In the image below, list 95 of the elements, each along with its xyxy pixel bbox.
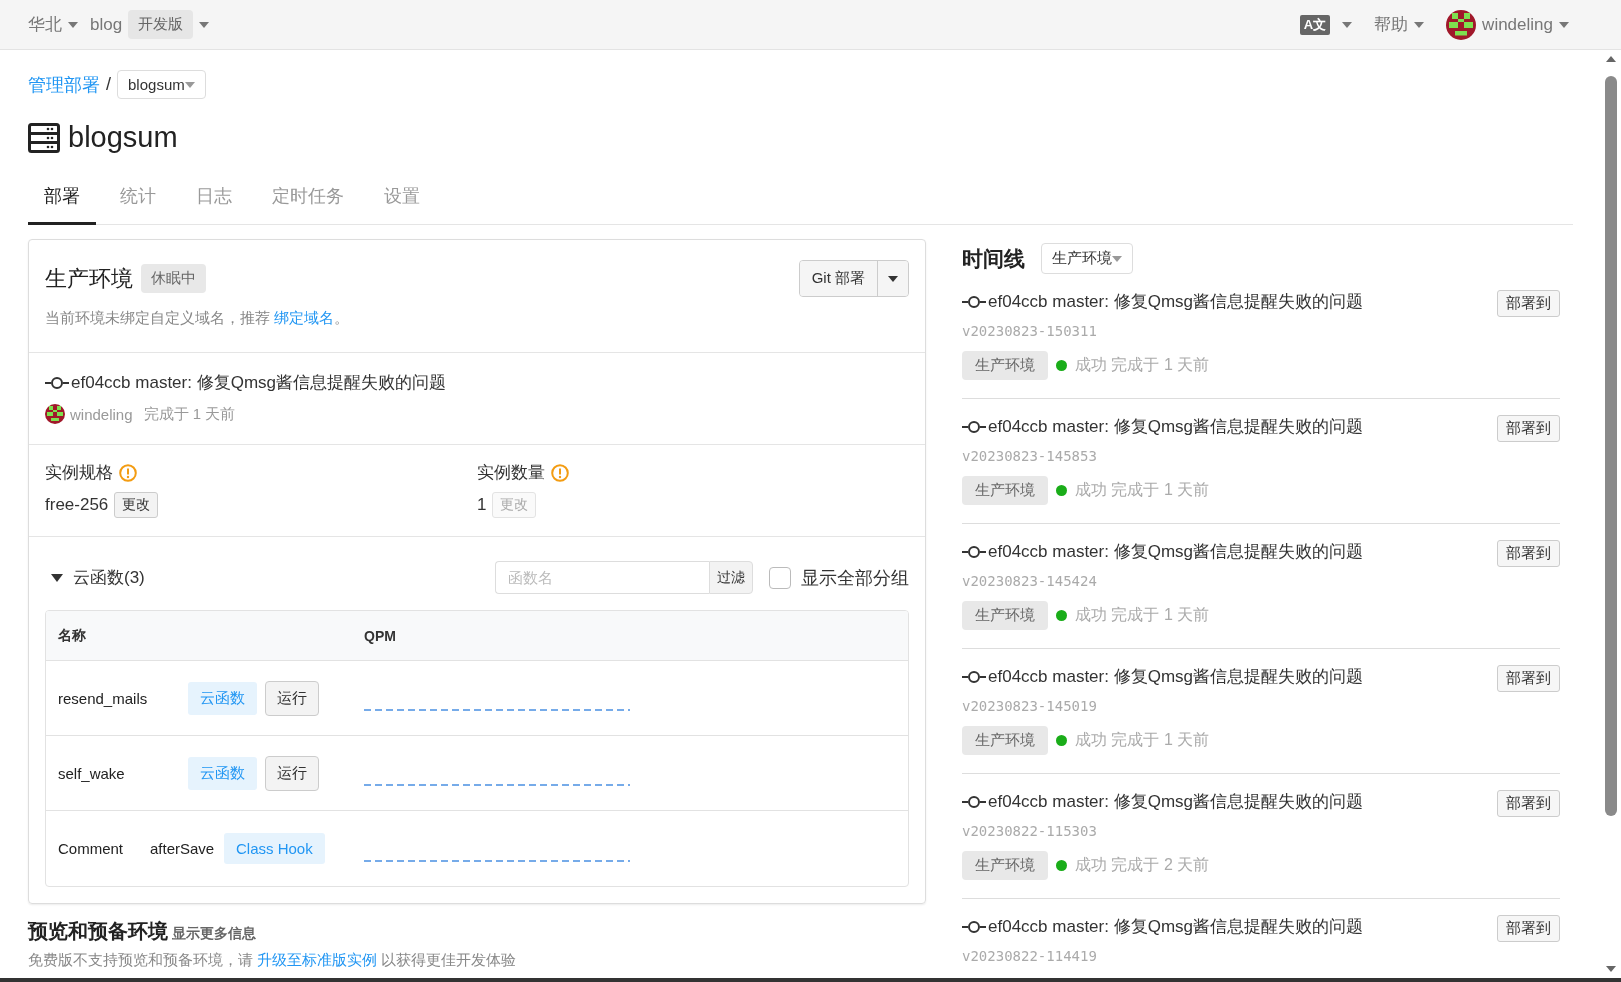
status-badge: 休眠中 (141, 264, 206, 293)
deploy-to-button[interactable]: 部署到 (1497, 665, 1560, 692)
filter-button[interactable]: 过滤 (709, 561, 753, 594)
deploy-status: 成功 完成于 1 天前 (1075, 480, 1210, 500)
deploy-to-button[interactable]: 部署到 (1497, 415, 1560, 442)
commit-icon (962, 420, 986, 433)
deploy-status: 成功 完成于 1 天前 (1075, 730, 1210, 750)
environment-badge: 生产环境 (962, 726, 1048, 755)
domain-notice: 当前环境未绑定自定义域名，推荐 绑定域名。 (45, 309, 351, 328)
version-label: v20230823-145424 (962, 573, 1098, 589)
deploy-status: 成功 完成于 1 天前 (1075, 355, 1210, 375)
environment-badge: 生产环境 (962, 851, 1048, 880)
section-title: 预览和预备环境 (28, 919, 168, 944)
commit-icon (45, 376, 69, 389)
caret-icon (888, 275, 898, 282)
version-label: v20230823-145853 (962, 448, 1098, 464)
caret-icon (1342, 21, 1353, 28)
tab[interactable]: 部署 (28, 170, 96, 225)
warning-icon (119, 463, 137, 482)
deploy-to-button[interactable]: 部署到 (1497, 790, 1560, 817)
region-menu[interactable]: 华北 (28, 13, 78, 36)
hook-name: afterSave (150, 840, 216, 857)
show-more-link[interactable]: 显示更多信息 (172, 925, 256, 943)
caret-icon (1559, 21, 1569, 28)
scroll-down-icon[interactable] (1606, 966, 1616, 972)
caret-icon (199, 21, 210, 28)
deploy-to-button[interactable]: 部署到 (1497, 540, 1560, 567)
setting-label: 实例数量 (477, 462, 545, 484)
environment-name: 生产环境 (45, 264, 133, 293)
page-title: blogsum (68, 121, 178, 154)
caret-icon (68, 21, 78, 28)
run-button[interactable]: 运行 (265, 755, 319, 791)
function-name: resend_mails (58, 689, 149, 707)
version-label: v20230823-150311 (962, 323, 1098, 339)
environment-badge: 生产环境 (962, 601, 1048, 630)
function-filter-field[interactable]: 函数名 (495, 561, 709, 594)
function-tag: 云函数 (188, 756, 257, 790)
class-name: Comment (58, 840, 125, 857)
help-menu[interactable]: 帮助 (1374, 13, 1425, 36)
commit-author: windeling (70, 405, 133, 423)
caret-icon (1414, 21, 1425, 28)
breadcrumb-separator: / (106, 74, 111, 95)
deploy-to-button[interactable]: 部署到 (1497, 915, 1560, 942)
run-button[interactable]: 运行 (265, 680, 319, 716)
server-icon (28, 122, 60, 153)
commit-time: 完成于 1 天前 (143, 404, 236, 424)
commit-message: ef04ccb master: 修复Qmsg酱信息提醒失败的问题 (988, 291, 1363, 313)
avatar-icon (45, 404, 65, 424)
commit-icon (962, 920, 986, 933)
environment-badge: 生产环境 (962, 351, 1048, 380)
commit-message: ef04ccb master: 修复Qmsg酱信息提醒失败的问题 (988, 541, 1363, 563)
app-menu[interactable]: blog 开发版 (90, 10, 210, 39)
version-label: v20230822-114419 (962, 948, 1098, 964)
commit-message: ef04ccb master: 修复Qmsg酱信息提醒失败的问题 (988, 916, 1363, 938)
version-label: v20230823-145019 (962, 698, 1098, 714)
caret-icon (184, 81, 195, 88)
commit-message: ef04ccb master: 修复Qmsg酱信息提醒失败的问题 (988, 666, 1363, 688)
scrollbar-thumb[interactable] (1605, 76, 1617, 816)
commit-icon (962, 295, 986, 308)
avatar-icon (1446, 9, 1477, 40)
show-all-checkbox[interactable] (769, 566, 791, 589)
commit-message: ef04ccb master: 修复Qmsg酱信息提醒失败的问题 (988, 791, 1363, 813)
upgrade-notice: 免费版不支持预览和预备环境，请 升级至标准版实例 以获得更佳开发体验 (28, 951, 518, 970)
deploy-to-button[interactable]: 部署到 (1497, 290, 1560, 317)
function-tag: 云函数 (188, 681, 257, 715)
change-button[interactable]: 更改 (114, 492, 159, 518)
column-header: QPM (364, 627, 397, 644)
caret-icon (1112, 255, 1122, 262)
functions-title[interactable]: 云函数(3) (73, 566, 145, 589)
plan-badge: 开发版 (128, 10, 194, 39)
deploy-status: 成功 完成于 2 天前 (1075, 855, 1210, 875)
deploy-status: 成功 完成于 1 天前 (1075, 605, 1210, 625)
function-name: self_wake (58, 764, 126, 782)
git-deploy-button[interactable]: Git 部署 (799, 261, 878, 296)
scroll-up-icon[interactable] (1606, 56, 1616, 62)
git-deploy-button-group[interactable]: Git 部署 (798, 260, 909, 297)
setting-value: 1 (477, 495, 487, 515)
commit-message: ef04ccb master: 修复Qmsg酱信息提醒失败的问题 (71, 372, 446, 394)
version-label: v20230822-115303 (962, 823, 1098, 839)
setting-label: 实例规格 (45, 462, 113, 484)
hook-tag: Class Hook (224, 833, 325, 864)
commit-icon (962, 795, 986, 808)
show-all-label: 显示全部分组 (801, 566, 909, 590)
commit-icon (962, 670, 986, 683)
user-menu[interactable]: windeling (1482, 14, 1553, 35)
commit-message: ef04ccb master: 修复Qmsg酱信息提醒失败的问题 (988, 416, 1363, 438)
app-select[interactable]: blogsum (117, 70, 206, 99)
commit-icon (962, 545, 986, 558)
warning-icon (551, 463, 569, 482)
environment-badge: 生产环境 (962, 476, 1048, 505)
setting-value: free-256 (45, 495, 109, 515)
column-header: 名称 (58, 626, 87, 645)
environment-select[interactable]: 生产环境 (1041, 243, 1133, 274)
expand-caret-icon[interactable] (51, 573, 63, 582)
timeline-title: 时间线 (962, 245, 1025, 272)
